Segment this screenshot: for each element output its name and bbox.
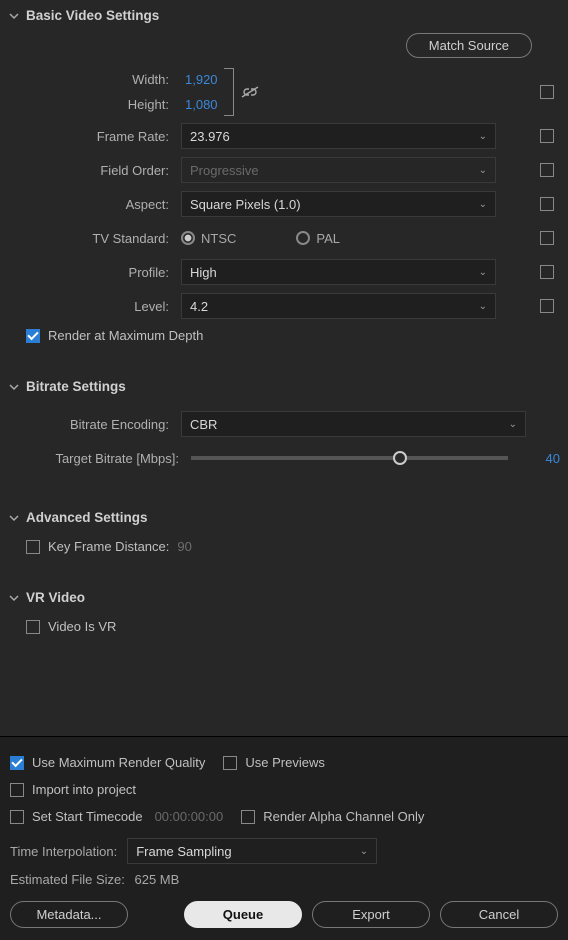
field-order-label: Field Order: <box>26 163 181 178</box>
aspect-label: Aspect: <box>26 197 181 212</box>
ntsc-label: NTSC <box>201 231 236 246</box>
set-start-timecode-checkbox[interactable] <box>10 810 24 824</box>
bitrate-encoding-dropdown[interactable]: CBR ⌄ <box>181 411 526 437</box>
chevron-down-icon <box>8 512 20 524</box>
tv-standard-label: TV Standard: <box>26 231 181 246</box>
key-frame-distance-value: 90 <box>177 539 191 554</box>
use-previews-label: Use Previews <box>245 755 324 770</box>
frame-rate-label: Frame Rate: <box>26 129 181 144</box>
width-label: Width: <box>26 72 181 87</box>
field-order-match-checkbox[interactable] <box>540 163 554 177</box>
start-timecode-value: 00:00:00:00 <box>155 809 224 824</box>
link-constrain-icon[interactable] <box>238 80 262 104</box>
import-project-label: Import into project <box>32 782 136 797</box>
key-frame-distance-label: Key Frame Distance: <box>48 539 169 554</box>
radio-icon <box>181 231 195 245</box>
max-render-quality-label: Use Maximum Render Quality <box>32 755 205 770</box>
video-is-vr-label: Video Is VR <box>48 619 116 634</box>
metadata-button[interactable]: Metadata... <box>10 901 128 928</box>
target-bitrate-label: Target Bitrate [Mbps]: <box>26 451 191 466</box>
set-start-timecode-label: Set Start Timecode <box>32 809 143 824</box>
cancel-button[interactable]: Cancel <box>440 901 558 928</box>
section-title: Bitrate Settings <box>26 379 126 394</box>
time-interpolation-dropdown[interactable]: Frame Sampling ⌄ <box>127 838 377 864</box>
estimated-file-size-value: 625 MB <box>135 872 180 887</box>
export-button[interactable]: Export <box>312 901 430 928</box>
link-bracket <box>224 68 234 116</box>
render-alpha-checkbox[interactable] <box>241 810 255 824</box>
chevron-down-icon <box>8 10 20 22</box>
width-height-match-checkbox[interactable] <box>540 85 554 99</box>
chevron-down-icon: ⌄ <box>479 199 487 210</box>
level-match-checkbox[interactable] <box>540 299 554 313</box>
target-bitrate-slider[interactable] <box>191 456 508 460</box>
radio-icon <box>296 231 310 245</box>
chevron-down-icon: ⌄ <box>479 131 487 142</box>
render-alpha-label: Render Alpha Channel Only <box>263 809 424 824</box>
profile-dropdown[interactable]: High ⌄ <box>181 259 496 285</box>
field-order-dropdown: Progressive ⌄ <box>181 157 496 183</box>
advanced-settings-header[interactable]: Advanced Settings <box>8 506 560 529</box>
render-max-depth-label: Render at Maximum Depth <box>48 328 203 343</box>
use-previews-checkbox[interactable] <box>223 756 237 770</box>
import-project-checkbox[interactable] <box>10 783 24 797</box>
profile-match-checkbox[interactable] <box>540 265 554 279</box>
profile-label: Profile: <box>26 265 181 280</box>
chevron-down-icon <box>8 381 20 393</box>
slider-thumb[interactable] <box>393 451 407 465</box>
height-value[interactable]: 1,080 <box>181 97 218 112</box>
level-label: Level: <box>26 299 181 314</box>
key-frame-distance-checkbox[interactable] <box>26 540 40 554</box>
video-is-vr-checkbox[interactable] <box>26 620 40 634</box>
ntsc-radio[interactable]: NTSC <box>181 231 236 246</box>
chevron-down-icon: ⌄ <box>479 165 487 176</box>
section-title: Advanced Settings <box>26 510 148 525</box>
match-source-button[interactable]: Match Source <box>406 33 532 58</box>
height-label: Height: <box>26 97 181 112</box>
basic-video-settings-header[interactable]: Basic Video Settings <box>8 4 560 27</box>
tv-standard-match-checkbox[interactable] <box>540 231 554 245</box>
max-render-quality-checkbox[interactable] <box>10 756 24 770</box>
vr-video-header[interactable]: VR Video <box>8 586 560 609</box>
estimated-file-size-label: Estimated File Size: <box>10 872 125 887</box>
time-interpolation-label: Time Interpolation: <box>10 844 117 859</box>
frame-rate-dropdown[interactable]: 23.976 ⌄ <box>181 123 496 149</box>
pal-radio[interactable]: PAL <box>296 231 340 246</box>
chevron-down-icon <box>8 592 20 604</box>
render-max-depth-checkbox[interactable] <box>26 329 40 343</box>
section-title: Basic Video Settings <box>26 8 159 23</box>
chevron-down-icon: ⌄ <box>360 846 368 857</box>
section-title: VR Video <box>26 590 85 605</box>
aspect-dropdown[interactable]: Square Pixels (1.0) ⌄ <box>181 191 496 217</box>
frame-rate-match-checkbox[interactable] <box>540 129 554 143</box>
bitrate-settings-header[interactable]: Bitrate Settings <box>8 375 560 398</box>
width-value[interactable]: 1,920 <box>181 72 218 87</box>
level-dropdown[interactable]: 4.2 ⌄ <box>181 293 496 319</box>
bitrate-encoding-label: Bitrate Encoding: <box>26 417 181 432</box>
pal-label: PAL <box>316 231 340 246</box>
chevron-down-icon: ⌄ <box>479 301 487 312</box>
chevron-down-icon: ⌄ <box>479 267 487 278</box>
aspect-match-checkbox[interactable] <box>540 197 554 211</box>
queue-button[interactable]: Queue <box>184 901 302 928</box>
target-bitrate-value[interactable]: 40 <box>520 451 560 466</box>
chevron-down-icon: ⌄ <box>509 419 517 430</box>
